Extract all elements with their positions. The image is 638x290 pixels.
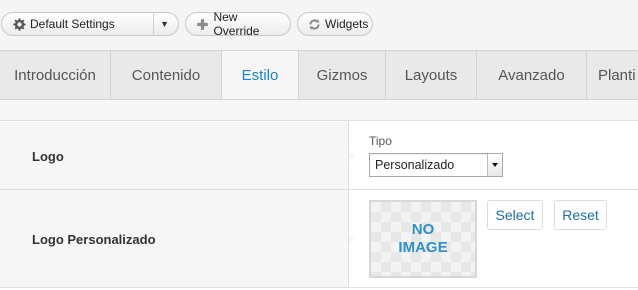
setting-label-custom-logo: Logo Personalizado: [32, 232, 156, 247]
plus-icon: [196, 17, 209, 31]
dropdown-divider: [153, 13, 154, 35]
tab-bar: Introducción Contenido Estilo Gizmos Lay…: [0, 50, 638, 100]
caret-down-icon[interactable]: ▼: [160, 19, 169, 29]
no-image-text-line1: NO: [411, 221, 435, 238]
new-override-label: New Override: [213, 10, 260, 38]
setting-label-column: Logo: [0, 122, 349, 189]
setting-label-column: Logo Personalizado: [0, 190, 349, 287]
row-pointer: [349, 234, 354, 244]
tab-contenido[interactable]: Contenido: [111, 51, 222, 99]
setting-row-logo: Logo: [0, 122, 638, 190]
default-settings-label: Default Settings: [30, 17, 115, 31]
widgets-icon: [308, 17, 321, 31]
tab-estilo[interactable]: Estilo: [222, 51, 299, 99]
no-image-text-line2: IMAGE: [398, 239, 448, 256]
gear-icon: [12, 17, 26, 31]
widgets-button[interactable]: Widgets: [297, 12, 373, 36]
new-override-button[interactable]: New Override: [185, 10, 291, 38]
tipo-select-value: Personalizado: [375, 158, 455, 172]
tab-label: Layouts: [404, 66, 458, 84]
setting-label-logo: Logo: [32, 149, 64, 164]
widgets-label: Widgets: [325, 17, 369, 31]
logo-image-preview: NO IMAGE: [369, 200, 477, 278]
tab-label: Avanzado: [498, 66, 565, 84]
tab-plantillas[interactable]: Planti: [587, 51, 638, 99]
toolbar: Default Settings ▼ New Override Widgets: [0, 0, 638, 50]
active-tab-indicator: [253, 93, 267, 99]
tab-gizmos[interactable]: Gizmos: [299, 51, 386, 99]
tipo-label: Tipo: [369, 134, 392, 148]
reset-image-button[interactable]: Reset: [554, 200, 607, 230]
tipo-select[interactable]: Personalizado: [369, 153, 503, 177]
select-arrow-icon[interactable]: [487, 154, 502, 176]
tab-label: Contenido: [131, 66, 201, 84]
tab-avanzado[interactable]: Avanzado: [477, 51, 587, 99]
default-settings-dropdown[interactable]: Default Settings ▼: [1, 12, 179, 36]
tab-layouts[interactable]: Layouts: [386, 51, 477, 99]
tab-label: Gizmos: [316, 66, 368, 84]
tab-label: Introducción: [14, 66, 96, 84]
row-pointer: [349, 151, 354, 161]
select-image-button[interactable]: Select: [487, 200, 543, 230]
panel-spacer: [0, 100, 638, 121]
tab-label: Planti: [598, 66, 636, 84]
tab-introduccion[interactable]: Introducción: [0, 51, 111, 99]
tab-label: Estilo: [241, 66, 279, 84]
